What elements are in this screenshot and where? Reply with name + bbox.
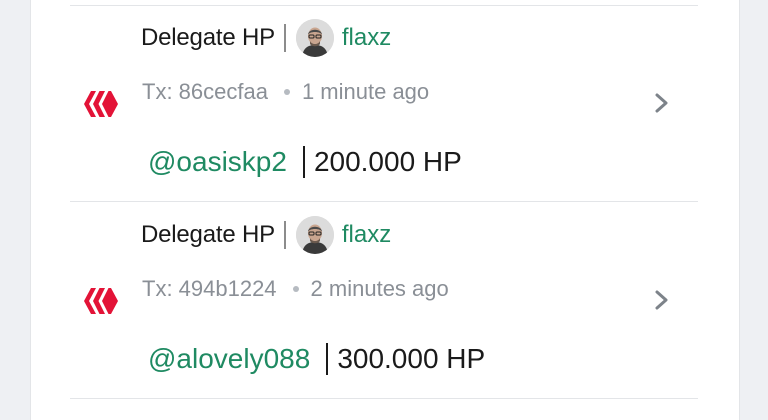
chevron-right-icon[interactable]: [653, 92, 671, 114]
username-link[interactable]: flaxz: [342, 24, 391, 52]
timestamp: 1 minute ago: [301, 79, 430, 104]
amount: 300.000 HP: [337, 343, 486, 374]
transaction-row[interactable]: Delegate HP flaxz Tx: 494b1224 2 minutes…: [70, 202, 698, 398]
dot-separator: [283, 89, 290, 95]
avatar[interactable]: [295, 216, 334, 254]
chevron-right-icon[interactable]: [653, 289, 671, 311]
username-link[interactable]: flaxz: [342, 221, 391, 249]
recipient-link[interactable]: @oasiskp2: [148, 146, 287, 178]
transaction-meta: Tx: 86cecfaa 1 minute ago: [142, 79, 429, 105]
transaction-title: Delegate HP flaxz: [141, 215, 391, 255]
transaction-meta: Tx: 494b1224 2 minutes ago: [142, 276, 449, 302]
amount: 200.000 HP: [313, 146, 462, 177]
separator: [283, 221, 286, 249]
tx-hash[interactable]: Tx: 86cecfaa: [142, 79, 268, 105]
transfer-details: @alovely088 300.000 HP: [148, 343, 485, 375]
transaction-row[interactable]: Delegate HP flaxz Tx: 86cecfaa 1 minute …: [70, 6, 698, 202]
transfer-details: @oasiskp2 200.000 HP: [148, 146, 462, 178]
divider: [70, 398, 698, 399]
separator: [326, 343, 329, 375]
hive-icon: [84, 288, 118, 314]
timestamp: 2 minutes ago: [310, 276, 449, 301]
separator: [283, 24, 286, 52]
operation-type: Delegate HP: [141, 24, 275, 51]
tx-hash[interactable]: Tx: 494b1224: [142, 276, 277, 302]
operation-type: Delegate HP: [141, 221, 275, 248]
recipient-link[interactable]: @alovely088: [148, 343, 310, 375]
avatar[interactable]: [295, 19, 334, 57]
transaction-title: Delegate HP flaxz: [141, 18, 391, 58]
dot-separator: [292, 286, 299, 292]
separator: [302, 146, 305, 178]
hive-icon: [84, 91, 118, 117]
